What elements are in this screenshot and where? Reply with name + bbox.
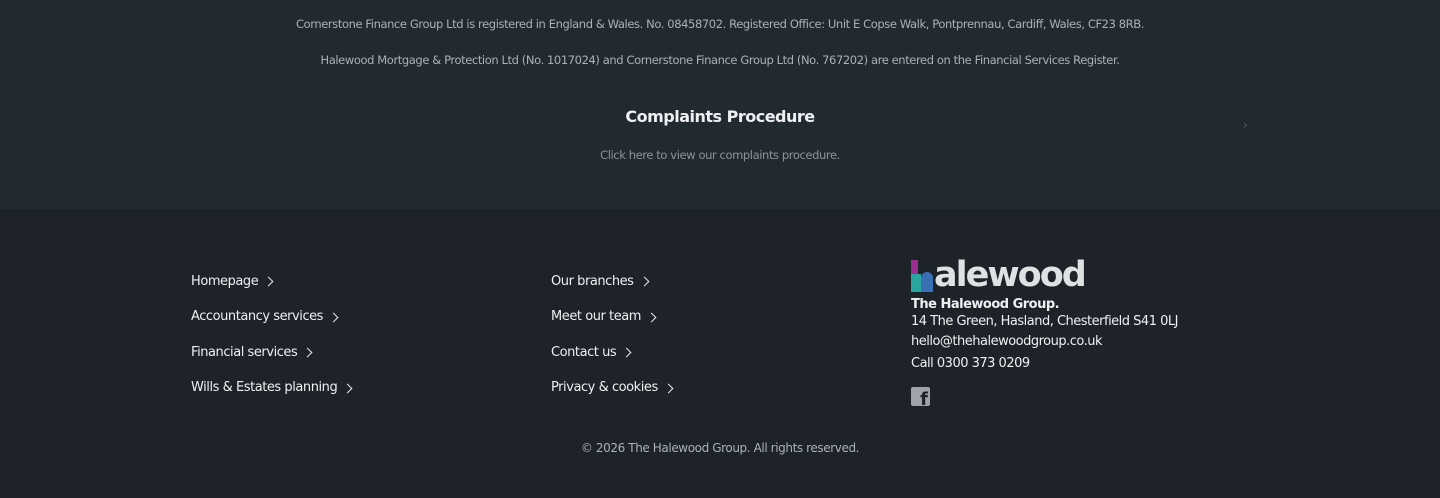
company-phone[interactable]: Call 0300 373 0209 — [911, 353, 1211, 375]
company-email[interactable]: hello@thehalewoodgroup.co.uk — [911, 331, 1211, 353]
chevron-right-icon — [639, 276, 649, 287]
footer-link-label: Privacy & cookies — [551, 380, 658, 395]
registration-text: Cornerstone Finance Group Ltd is registe… — [295, 17, 1145, 31]
footer-link-privacy[interactable]: Privacy & cookies — [551, 379, 871, 397]
chevron-right-icon — [302, 347, 313, 358]
chevron-right-icon[interactable]: › — [1243, 118, 1248, 132]
logo-wordmark: alewood — [934, 255, 1087, 295]
brand-block: alewood The Halewood Group. 14 The Green… — [911, 258, 1211, 410]
logo-h-mark — [911, 260, 936, 292]
chevron-right-icon — [663, 383, 674, 393]
footer-link-label: Our branches — [551, 273, 634, 289]
chevron-right-icon — [646, 312, 657, 322]
regulatory-section: Cornerstone Finance Group Ltd is registe… — [0, 0, 1440, 209]
footer-link-financial[interactable]: Financial services — [191, 343, 511, 361]
footer-link-team[interactable]: Meet our team — [551, 308, 871, 326]
footer-link-label: Accountancy services — [191, 309, 324, 324]
complaints-heading: Complaints Procedure — [625, 107, 815, 126]
footer-link-label: Homepage — [191, 273, 259, 289]
footer-link-label: Contact us — [551, 344, 617, 360]
facebook-icon[interactable]: f — [911, 387, 930, 406]
fca-register-text: Halewood Mortgage & Protection Ltd (No. … — [320, 53, 1120, 67]
chevron-right-icon — [621, 347, 632, 358]
halewood-logo[interactable]: alewood — [911, 255, 1211, 295]
footer-link-label: Meet our team — [551, 309, 641, 324]
chevron-right-icon — [342, 383, 353, 393]
footer-link-branches[interactable]: Our branches — [551, 272, 871, 290]
company-address: 14 The Green, Hasland, Chesterfield S41 … — [911, 314, 1178, 329]
company-name: The Halewood Group. — [911, 297, 1060, 312]
footer-link-accountancy[interactable]: Accountancy services — [191, 308, 511, 326]
copyright-text: © 2026 The Halewood Group. All rights re… — [580, 441, 860, 455]
chevron-right-icon — [263, 276, 274, 287]
footer-link-homepage[interactable]: Homepage — [191, 272, 511, 290]
footer-link-contact[interactable]: Contact us — [551, 343, 871, 361]
footer-link-wills[interactable]: Wills & Estates planning — [191, 379, 511, 397]
footer-nav-column-1: Homepage Accountancy services Financial … — [191, 272, 511, 414]
footer-link-label: Wills & Estates planning — [191, 380, 338, 395]
footer-link-label: Financial services — [191, 344, 298, 360]
complaints-link[interactable]: Click here to view our complaints proced… — [0, 148, 1440, 162]
chevron-right-icon — [328, 312, 339, 322]
footer-nav-column-2: Our branches Meet our team Contact us Pr… — [551, 272, 871, 414]
